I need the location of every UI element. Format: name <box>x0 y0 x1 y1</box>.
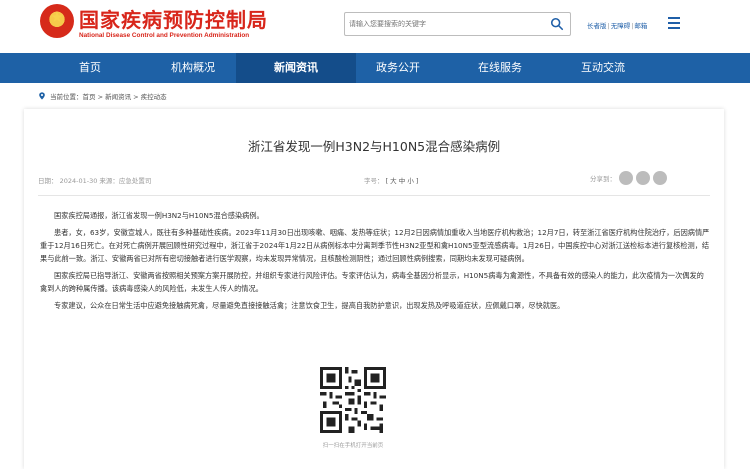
nav-item-about[interactable]: 机构概况 <box>133 53 253 83</box>
nav-item-online-service[interactable]: 在线服务 <box>440 53 560 83</box>
search-input[interactable] <box>349 15 545 33</box>
qq-share-icon[interactable] <box>653 171 667 185</box>
nav-item-interaction[interactable]: 互动交流 <box>543 53 663 83</box>
hamburger-menu-icon[interactable] <box>668 17 680 29</box>
font-size-label: 字号： <box>364 177 384 185</box>
nav-item-home[interactable]: 首页 <box>30 53 150 83</box>
site-logo-cn[interactable]: 国家疾病预防控制局 <box>79 4 268 33</box>
wechat-share-icon[interactable] <box>619 171 633 185</box>
article-meta: 日期： 2024-01-30 来源：应急处置司 <box>38 177 152 185</box>
article-paragraph: 专家建议，公众在日常生活中应避免接触病死禽，尽量避免直接接触活禽；注意饮食卫生，… <box>54 301 565 310</box>
qr-code-icon <box>320 367 386 433</box>
meta-divider <box>38 195 710 196</box>
search-box <box>344 12 571 36</box>
share-bar: 分享到： <box>590 171 667 185</box>
main-nav: 首页 机构概况 新闻资讯 政务公开 在线服务 互动交流 <box>0 53 750 83</box>
article-body: 国家疾控局通报，浙江省发现一例H3N2与H10N5混合感染病例。 患者，女，63… <box>40 209 710 316</box>
font-size-options[interactable]: [ 大 中 小 ] <box>386 177 419 185</box>
share-label: 分享到： <box>590 175 616 183</box>
article-paragraph: 国家疾控局通报，浙江省发现一例H3N2与H10N5混合感染病例。 <box>54 211 264 220</box>
site-header: 国家疾病预防控制局 National Disease Control and P… <box>0 0 750 53</box>
accessibility-link[interactable]: 无障碍 <box>611 22 631 30</box>
article-paragraph: 国家疾控局已指导浙江、安徽两省按照相关预案方案开展防控，并组织专家进行风险评估。… <box>40 271 704 293</box>
breadcrumb-prefix: 当前位置： <box>50 93 83 101</box>
search-icon[interactable] <box>550 17 564 31</box>
elder-mode-link[interactable]: 长者版 <box>587 22 607 30</box>
breadcrumb: 当前位置：首页 > 新闻资讯 > 疾控动态 <box>38 91 167 101</box>
mailbox-link[interactable]: 邮箱 <box>634 22 647 30</box>
national-emblem-icon <box>40 4 74 38</box>
qr-caption: 扫一扫在手机打开当前页 <box>322 443 384 449</box>
top-links: 长者版|无障碍|邮箱 <box>587 22 648 30</box>
breadcrumb-path[interactable]: 首页 > 新闻资讯 > 疾控动态 <box>83 93 167 101</box>
font-size-control: 字号： [ 大 中 小 ] <box>364 175 418 185</box>
weibo-share-icon[interactable] <box>636 171 650 185</box>
article-paragraph: 患者，女，63岁，安徽宣城人，既往有多种基础性疾病。2023年11月30日出现咳… <box>40 228 710 263</box>
location-pin-icon <box>39 92 45 100</box>
site-logo-en[interactable]: National Disease Control and Prevention … <box>79 32 249 39</box>
article-title: 浙江省发现一例H3N2与H10N5混合感染病例 <box>247 139 501 154</box>
article-panel: 浙江省发现一例H3N2与H10N5混合感染病例 日期： 2024-01-30 来… <box>24 109 724 469</box>
